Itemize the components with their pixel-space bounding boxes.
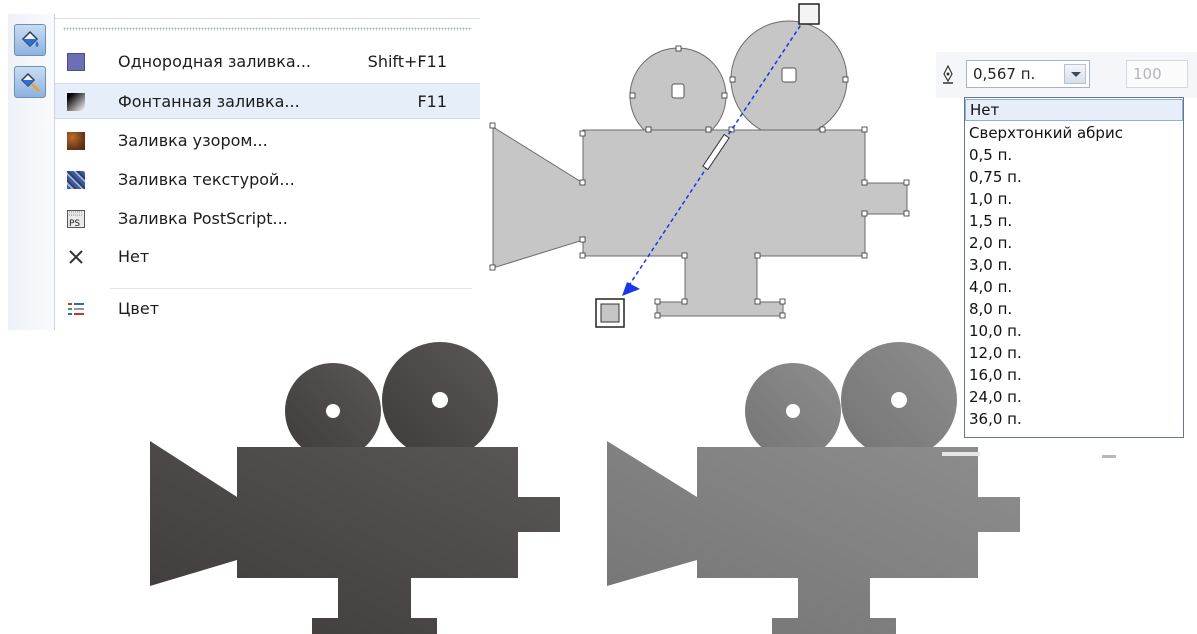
menu-item-label: Заливка узором...	[118, 131, 268, 150]
dropdown-option[interactable]: 0,5 п.	[965, 144, 1183, 166]
disabled-value-field: 100	[1126, 60, 1188, 88]
interactive-fill-button[interactable]	[14, 66, 46, 98]
dropdown-option[interactable]: 1,5 п.	[965, 210, 1183, 232]
menu-item-shortcut: F11	[417, 92, 447, 111]
dropdown-option[interactable]: 4,0 п.	[965, 276, 1183, 298]
uniform-fill-icon	[67, 53, 85, 71]
outline-pen-icon	[943, 65, 953, 84]
camera-body	[492, 126, 908, 317]
fountain-fill-icon	[67, 93, 85, 111]
menu-item-uniform-fill[interactable]: Однородная заливка... Shift+F11	[55, 44, 480, 80]
dropdown-option[interactable]: Сверхтонкий абрис	[965, 122, 1183, 144]
menu-item-label: Однородная заливка...	[118, 52, 311, 71]
ui-remnant-line	[942, 452, 980, 456]
menu-item-label: Заливка текстурой...	[118, 170, 295, 189]
postscript-icon-text: PS	[69, 219, 80, 228]
menu-item-texture-fill[interactable]: Заливка текстурой...	[55, 162, 480, 198]
fill-arrow-head	[622, 282, 640, 296]
menu-item-label: Фонтанная заливка...	[118, 92, 300, 111]
outline-width-value: 0,567 п.	[973, 65, 1036, 83]
fill-end-handle[interactable]	[798, 3, 820, 25]
chevron-down-icon[interactable]	[1064, 64, 1086, 84]
camera-dark-gradient	[150, 342, 560, 634]
menu-item-pattern-fill[interactable]: Заливка узором...	[55, 123, 480, 159]
fill-start-handle[interactable]	[600, 303, 620, 323]
interactive-fill-icon	[20, 72, 41, 93]
disabled-field-value: 100	[1133, 65, 1162, 83]
camera-shape[interactable]	[492, 20, 908, 317]
dropdown-option[interactable]: 0,75 п.	[965, 166, 1183, 188]
color-docker-icon	[68, 303, 84, 315]
texture-fill-icon	[67, 171, 85, 189]
menu-item-label: Нет	[118, 247, 150, 266]
dropdown-option[interactable]: 3,0 п.	[965, 254, 1183, 276]
dropdown-option[interactable]: Нет	[965, 99, 1183, 121]
dropdown-option[interactable]: 8,0 п.	[965, 298, 1183, 320]
fill-tool-icon	[21, 30, 39, 48]
menu-item-postscript-fill[interactable]: PS Заливка PostScript...	[55, 201, 480, 237]
camera-light-gradient	[607, 342, 1020, 634]
dropdown-option[interactable]: 1,0 п.	[965, 188, 1183, 210]
result-cameras	[150, 342, 1116, 634]
dropdown-option[interactable]: 2,0 п.	[965, 232, 1183, 254]
fill-flyout-menu: Однородная заливка... Shift+F11 Фонтанна…	[55, 18, 480, 331]
menu-item-label: Заливка PostScript...	[118, 209, 288, 228]
outline-property-bar: 0,567 п. 100	[936, 52, 1197, 98]
menu-item-no-fill[interactable]: Нет	[55, 239, 480, 275]
postscript-fill-icon: PS	[67, 210, 85, 228]
outline-width-combo[interactable]: 0,567 п.	[966, 60, 1090, 88]
pattern-fill-icon	[67, 132, 85, 150]
menu-item-fountain-fill[interactable]: Фонтанная заливка... F11	[55, 83, 480, 119]
menu-item-shortcut: Shift+F11	[367, 52, 447, 71]
ui-remnant-dash	[1102, 455, 1116, 458]
menu-item-color[interactable]: Цвет	[55, 291, 480, 327]
fill-tool-button[interactable]	[14, 24, 46, 56]
canvas-camera-editing[interactable]	[485, 0, 915, 340]
no-fill-icon	[69, 250, 83, 264]
menu-item-label: Цвет	[118, 299, 160, 318]
menu-separator	[110, 288, 472, 289]
menu-grip[interactable]	[63, 27, 472, 31]
toolbox-strip	[8, 14, 55, 330]
